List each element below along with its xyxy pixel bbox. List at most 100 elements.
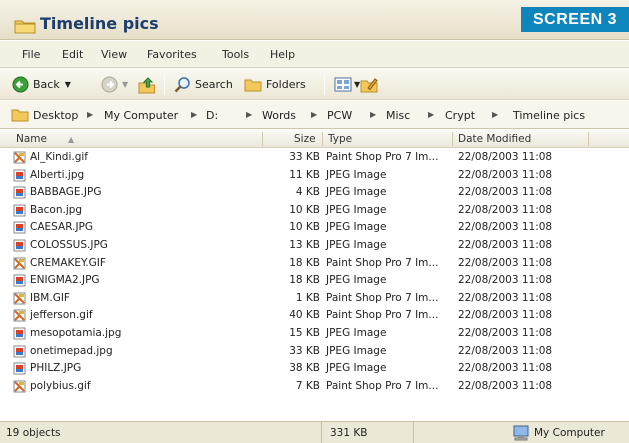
file-size: 1 KB xyxy=(295,291,320,304)
file-date-modified: 22/08/2003 11:08 xyxy=(458,203,553,216)
file-name: CAESAR.JPG xyxy=(30,221,94,234)
file-type: Paint Shop Pro 7 Im... xyxy=(326,291,439,304)
views-button[interactable]: ▼ xyxy=(334,75,360,94)
table-row[interactable]: ENIGMA2.JPG 18 KB JPEG Image 22/08/2003 11:… xyxy=(0,272,629,290)
up-folder-icon xyxy=(138,76,155,93)
file-date-modified: 22/08/2003 11:08 xyxy=(458,344,553,357)
menu-file[interactable]: File xyxy=(22,48,40,61)
folders-button[interactable]: Folders xyxy=(244,75,306,94)
jpeg-file-icon xyxy=(13,221,26,234)
jpeg-file-icon xyxy=(13,186,26,199)
crumb-drive-d[interactable]: D: xyxy=(206,109,218,122)
column-header-row: Name ▲ Size Type Date Modified xyxy=(0,130,629,148)
table-row[interactable]: Bacon.jpg 10 KB JPEG Image 22/08/2003 11:08 xyxy=(0,202,629,220)
file-date-modified: 22/08/2003 11:08 xyxy=(458,291,553,304)
forward-dropdown-icon[interactable]: ▼ xyxy=(122,80,128,89)
file-name: onetimepad.jpg xyxy=(30,344,113,357)
forward-arrow-icon xyxy=(101,76,118,93)
menu-view[interactable]: View xyxy=(101,48,127,61)
file-date-modified: 22/08/2003 11:08 xyxy=(458,379,553,392)
crumb-arrow-icon: ▶ xyxy=(87,110,94,119)
file-date-modified: 22/08/2003 11:08 xyxy=(458,168,553,181)
table-row[interactable]: PHILZ.JPG 38 KB JPEG Image 22/08/2003 11:08 xyxy=(0,360,629,378)
folders-icon xyxy=(244,79,262,92)
table-row[interactable]: jefferson.gif 40 KB Paint Shop Pro 7 Im...… xyxy=(0,307,629,325)
file-date-modified: 22/08/2003 11:08 xyxy=(458,239,553,251)
menu-favorites[interactable]: Favorites xyxy=(147,48,197,61)
table-row[interactable]: Al_Kindi.gif 33 KB Paint Shop Pro 7 Im... 2… xyxy=(0,149,629,167)
jpeg-file-icon xyxy=(13,362,26,375)
file-name: CREMAKEY.GIF xyxy=(30,256,106,269)
folders-label: Folders xyxy=(266,78,306,91)
desktop-folder-icon xyxy=(11,109,29,122)
file-size: 7 KB xyxy=(295,379,320,392)
file-size: 15 KB xyxy=(289,327,320,339)
up-folder-button[interactable] xyxy=(138,75,156,94)
file-type: JPEG Image xyxy=(326,221,387,234)
menu-bar: File Edit View Favorites Tools Help xyxy=(0,41,629,68)
gif-file-icon xyxy=(13,151,26,164)
menu-edit[interactable]: Edit xyxy=(62,48,83,61)
table-row[interactable]: onetimepad.jpg 33 KB JPEG Image 22/08/2003 … xyxy=(0,343,629,361)
table-row[interactable]: mesopotamia.jpg 15 KB JPEG Image 22/08/2003… xyxy=(0,325,629,343)
file-date-modified: 22/08/2003 11:08 xyxy=(458,256,553,269)
file-type: JPEG Image xyxy=(326,203,387,216)
crumb-pcw[interactable]: PCW xyxy=(327,109,352,122)
table-row[interactable]: CAESAR.JPG 10 KB JPEG Image 22/08/2003 11:0… xyxy=(0,219,629,237)
file-date-modified: 22/08/2003 11:08 xyxy=(458,186,553,199)
file-size: 18 KB xyxy=(289,256,320,269)
file-size: 33 KB xyxy=(289,344,320,357)
screen-badge: SCREEN 3 xyxy=(521,7,629,32)
crumb-my-computer[interactable]: My Computer xyxy=(104,109,178,122)
back-dropdown-icon[interactable]: ▼ xyxy=(65,80,71,89)
crumb-arrow-icon: ▶ xyxy=(492,110,499,119)
status-location: My Computer xyxy=(534,427,605,439)
file-name: BABBAGE.JPG xyxy=(30,186,102,199)
search-button[interactable]: Search xyxy=(174,75,233,94)
file-size: 18 KB xyxy=(289,274,320,287)
table-row[interactable]: CREMAKEY.GIF 18 KB Paint Shop Pro 7 Im... 2… xyxy=(0,255,629,273)
gif-file-icon xyxy=(13,257,26,270)
table-row[interactable]: BABBAGE.JPG 4 KB JPEG Image 22/08/2003 11:0… xyxy=(0,184,629,202)
file-date-modified: 22/08/2003 11:08 xyxy=(458,327,553,339)
file-type: JPEG Image xyxy=(326,186,387,199)
column-header-date-modified[interactable]: Date Modified xyxy=(458,133,531,145)
file-type: Paint Shop Pro 7 Im... xyxy=(326,379,439,392)
table-row[interactable]: polybius.gif 7 KB Paint Shop Pro 7 Im... 22… xyxy=(0,378,629,396)
crumb-misc[interactable]: Misc xyxy=(386,109,410,122)
status-bar: 19 objects 331 KB My Computer xyxy=(0,421,629,443)
folder-options-icon xyxy=(360,77,378,92)
jpeg-file-icon xyxy=(13,345,26,358)
crumb-words[interactable]: Words xyxy=(262,109,296,122)
crumb-arrow-icon: ▶ xyxy=(311,110,318,119)
my-computer-icon xyxy=(513,425,529,441)
file-size: 13 KB xyxy=(289,239,320,251)
column-header-type[interactable]: Type xyxy=(328,133,352,145)
folder-icon xyxy=(14,20,36,34)
file-type: Paint Shop Pro 7 Im... xyxy=(326,256,439,269)
window-titlebar: Timeline pics SCREEN 3 xyxy=(0,0,629,40)
table-row[interactable]: IBM.GIF 1 KB Paint Shop Pro 7 Im... 22/08/2… xyxy=(0,290,629,308)
search-icon xyxy=(174,77,190,93)
crumb-arrow-icon: ▶ xyxy=(370,110,377,119)
menu-help[interactable]: Help xyxy=(270,48,295,61)
views-icon xyxy=(334,77,352,92)
back-button[interactable]: Back ▼ xyxy=(12,75,71,94)
crumb-timeline-pics[interactable]: Timeline pics xyxy=(513,109,585,122)
crumb-arrow-icon: ▶ xyxy=(191,110,198,119)
file-size: 10 KB xyxy=(289,221,320,234)
file-size: 4 KB xyxy=(295,186,320,199)
file-name: PHILZ.JPG xyxy=(30,362,82,375)
column-header-name[interactable]: Name xyxy=(16,133,47,145)
menu-tools[interactable]: Tools xyxy=(222,48,249,61)
column-header-size[interactable]: Size xyxy=(294,133,316,145)
toolbar: Back ▼ ▼ Search Folders ▼ xyxy=(0,69,629,100)
forward-button[interactable]: ▼ xyxy=(101,75,128,94)
file-type: JPEG Image xyxy=(326,168,387,181)
file-name: mesopotamia.jpg xyxy=(30,327,122,339)
folder-options-button[interactable] xyxy=(360,75,378,94)
table-row[interactable]: COLOSSUS.JPG 13 KB JPEG Image 22/08/2003 11… xyxy=(0,237,629,255)
crumb-crypt[interactable]: Crypt xyxy=(445,109,475,122)
crumb-desktop[interactable]: Desktop xyxy=(33,109,78,122)
table-row[interactable]: Alberti.jpg 11 KB JPEG Image 22/08/2003 11:… xyxy=(0,167,629,185)
